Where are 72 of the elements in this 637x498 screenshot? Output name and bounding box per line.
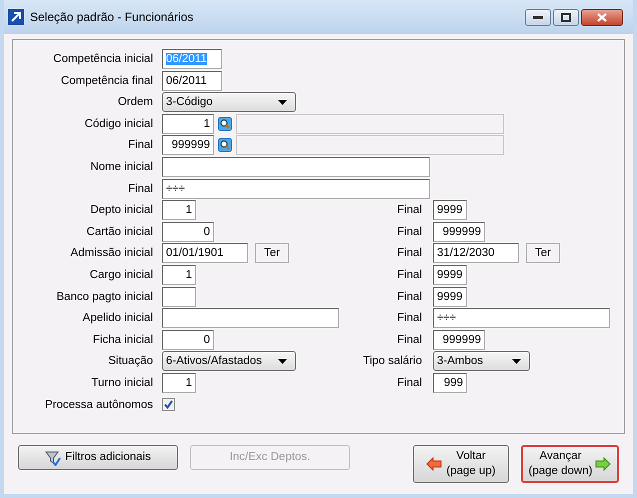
field-label: Final [396, 204, 423, 216]
field-label: Final [127, 182, 154, 195]
field-label: Processa autônomos [44, 398, 154, 410]
field-label: Final [396, 312, 423, 324]
close-button[interactable] [581, 8, 623, 26]
window-title: Seleção padrão - Funcionários [30, 10, 194, 24]
input-field[interactable]: 9999 [433, 264, 467, 285]
minimize-icon [533, 15, 543, 19]
field-label: Competência final [60, 74, 154, 87]
field-label: Final [396, 247, 423, 260]
field-label: Banco pagto inicial [55, 290, 154, 303]
input-field[interactable]: 1 [162, 114, 214, 134]
day-button[interactable]: Ter [255, 243, 289, 264]
field-label: Nome inicial [89, 160, 154, 173]
field-label: Cartão inicial [86, 226, 154, 238]
caret-icon [278, 100, 287, 105]
maximize-icon [561, 12, 571, 22]
caret-icon [512, 358, 521, 364]
input-field[interactable]: 1 [162, 372, 196, 393]
field-label: Admissão inicial [70, 247, 154, 260]
search-icon[interactable] [218, 138, 232, 152]
input-field[interactable]: 999999 [433, 330, 485, 350]
input-field[interactable]: 999999 [433, 222, 485, 242]
input-field[interactable]: ÷÷÷ [433, 308, 610, 328]
app-icon [8, 9, 24, 25]
field-label: Cargo inicial [88, 268, 154, 281]
minimize-button[interactable] [525, 8, 551, 26]
input-field[interactable]: 0 [162, 222, 214, 242]
search-icon[interactable] [218, 116, 232, 131]
input-field[interactable]: 01/01/1901 [162, 243, 248, 264]
maximize-button[interactable] [553, 8, 579, 26]
input-field[interactable] [162, 286, 196, 307]
input-field[interactable]: 999 [433, 372, 467, 393]
input-field[interactable]: 999999 [162, 135, 214, 156]
input-field[interactable]: 9999 [433, 286, 467, 307]
left-arrow-icon [426, 457, 442, 471]
input-field[interactable]: ÷÷÷ [162, 178, 430, 199]
field-label: Situação [107, 355, 154, 368]
input-field[interactable]: 1 [162, 200, 196, 220]
input-field[interactable] [162, 308, 339, 328]
caret-icon [278, 358, 287, 364]
input-field[interactable]: 0 [162, 330, 214, 350]
field-label: Apelido inicial [82, 312, 154, 324]
action-button[interactable]: Avançar (page down) [521, 445, 619, 483]
field-label: Final [396, 376, 423, 389]
input-field[interactable] [162, 156, 430, 177]
dropdown[interactable]: 3-Código [162, 92, 296, 112]
field-label: Competência inicial [52, 53, 154, 65]
field-label: Tipo salário [362, 355, 423, 368]
field-label: Depto inicial [89, 204, 154, 216]
input-field[interactable]: 06/2011 [162, 70, 222, 91]
funnel-icon [45, 450, 62, 466]
field-label: Código inicial [84, 118, 154, 130]
field-label: Final [396, 334, 423, 346]
field-label: Final [396, 290, 423, 303]
dropdown[interactable]: 3-Ambos [433, 351, 530, 372]
day-button[interactable]: Ter [526, 243, 560, 264]
close-icon [597, 12, 607, 22]
field-label: Turno inicial [90, 376, 154, 389]
field-label: Final [396, 226, 423, 238]
field-label: Ordem [116, 96, 154, 108]
checkbox[interactable] [162, 398, 175, 411]
field-label: Final [127, 139, 154, 152]
right-arrow-icon [595, 457, 612, 471]
field-label: Ficha inicial [92, 334, 154, 346]
input-field[interactable]: 31/12/2030 [433, 243, 519, 264]
action-button[interactable]: Voltar (page up) [413, 445, 509, 483]
input-field[interactable]: 1 [162, 264, 196, 285]
dropdown[interactable]: 6-Ativos/Afastados [162, 351, 296, 372]
input-field[interactable]: 9999 [433, 200, 467, 220]
action-button[interactable]: Filtros adicionais [18, 445, 178, 470]
field-label: Final [396, 268, 423, 281]
